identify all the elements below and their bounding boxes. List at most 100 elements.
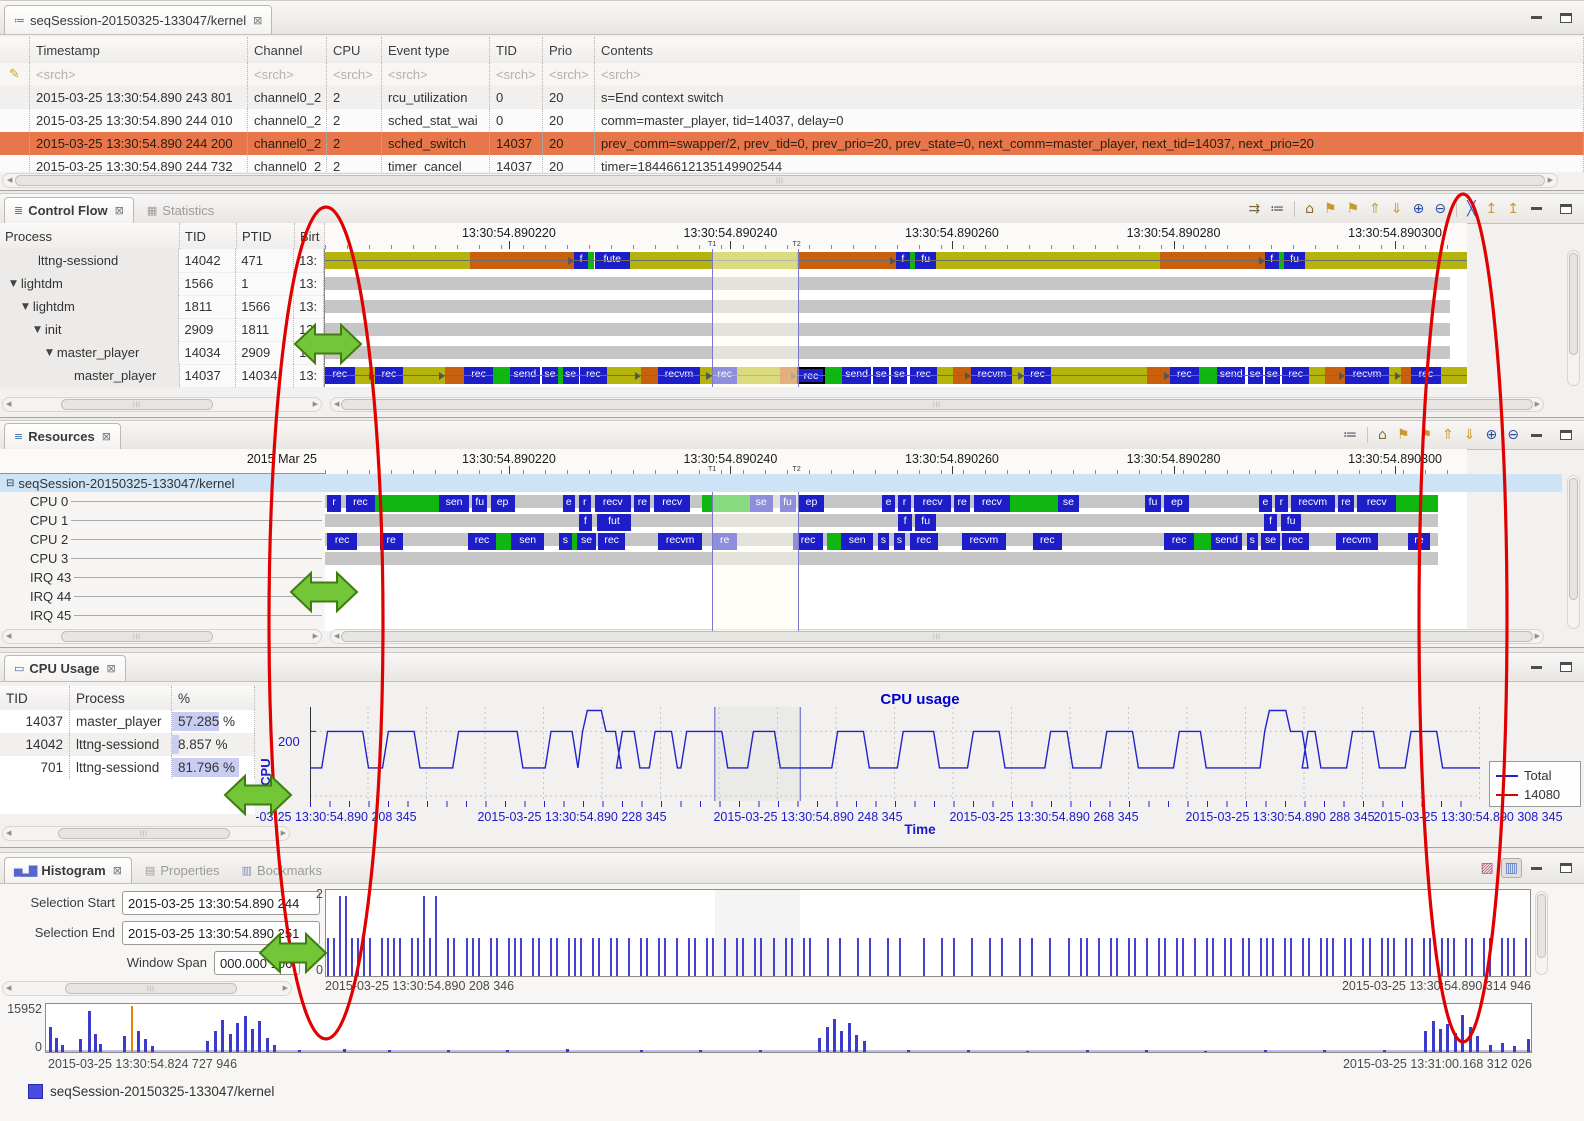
state-segment[interactable]: rec — [327, 533, 357, 550]
state-segment[interactable]: sen — [511, 533, 544, 550]
state-segment[interactable]: send — [1211, 533, 1242, 550]
maximize-button[interactable] — [1556, 860, 1576, 876]
up-icon[interactable]: ⇑ — [1439, 426, 1457, 444]
column-header[interactable]: Prio — [543, 37, 595, 63]
minimize-button[interactable] — [1526, 201, 1546, 217]
selection-range[interactable] — [712, 492, 799, 631]
state-segment[interactable]: rec — [346, 495, 376, 512]
state-segment[interactable]: rec — [1282, 533, 1309, 550]
tab-statistics[interactable]: ▦ Statistics — [138, 197, 223, 223]
events-hscrollbar[interactable]: ◀▶ ||| — [2, 173, 1558, 188]
state-segment[interactable]: r — [327, 495, 341, 512]
state-segment[interactable]: s — [878, 533, 889, 550]
state-segment[interactable] — [1396, 495, 1438, 512]
state-segment[interactable] — [1010, 495, 1058, 512]
state-segment[interactable]: fu — [1281, 514, 1302, 531]
down-icon[interactable]: ⇓ — [1461, 426, 1479, 444]
state-segment[interactable]: e — [563, 495, 576, 512]
state-segment[interactable]: re — [634, 495, 650, 512]
expand-arrow-icon[interactable]: ▼ — [34, 325, 41, 335]
state-segment[interactable]: se — [577, 533, 595, 550]
state-segment[interactable]: fu — [472, 495, 487, 512]
histogram-vscrollbar[interactable] — [1535, 891, 1548, 975]
selection-start-input[interactable]: 2015-03-25 13:30:54.890 244 — [122, 891, 320, 915]
up-icon[interactable]: ⇑ — [1366, 200, 1384, 218]
cpu-table-row[interactable]: 14037master_player57.285 % — [0, 710, 255, 733]
histogram-hscrollbar[interactable]: ◀▶ ||| — [2, 981, 292, 996]
follow-prev-icon[interactable]: ↥ — [1483, 200, 1501, 218]
resources-hscrollbar[interactable]: ◀▶ ||| — [330, 629, 1544, 644]
resources-timeline[interactable]: rrecsenfueperrecvrerecvsefueperrecvrerec… — [325, 492, 1467, 631]
column-header[interactable]: Contents — [595, 37, 1584, 63]
state-segment[interactable]: rec — [1164, 533, 1194, 550]
state-segment[interactable]: re — [954, 495, 970, 512]
control-flow-time-ruler[interactable]: 13:30:54.89022013:30:54.89024013:30:54.8… — [325, 223, 1467, 250]
zoom-out-icon[interactable]: ⊖ — [1504, 426, 1522, 444]
state-segment[interactable]: recvm — [962, 533, 1005, 550]
column-header[interactable]: TID — [0, 686, 70, 710]
next-marker-icon[interactable]: ⚑ — [1417, 426, 1436, 444]
timeline-row[interactable] — [325, 587, 1467, 606]
minimize-button[interactable] — [1526, 659, 1546, 675]
state-segment[interactable]: sen — [439, 495, 469, 512]
tree-column-header[interactable]: PTID — [237, 223, 295, 249]
scroll-thumb[interactable]: ||| — [65, 983, 237, 994]
selection-range[interactable] — [712, 249, 799, 387]
cpu-usage-chart[interactable] — [310, 707, 1480, 801]
state-segment[interactable]: recv — [914, 495, 951, 512]
selection-end-input[interactable]: 2015-03-25 13:30:54.890 251 — [122, 921, 320, 945]
resource-row-label[interactable]: CPU 3 — [0, 549, 325, 568]
state-segment[interactable]: recvm — [1291, 495, 1334, 512]
table-row[interactable]: 2015-03-25 13:30:54.890 244 732channel0_… — [0, 155, 1584, 172]
close-icon[interactable]: ⊠ — [253, 14, 262, 27]
home-icon[interactable]: ⌂ — [1302, 200, 1317, 218]
maximize-button[interactable] — [1556, 10, 1576, 26]
minimize-button[interactable] — [1526, 427, 1546, 443]
state-segment[interactable]: se — [1261, 533, 1279, 550]
resources-time-ruler[interactable]: 13:30:54.89022013:30:54.89024013:30:54.8… — [325, 449, 1467, 475]
scroll-thumb[interactable]: ||| — [61, 399, 213, 410]
tab-properties[interactable]: ▤ Properties — [136, 857, 229, 883]
hide-arrows-icon[interactable]: ╳ — [1464, 200, 1478, 218]
state-segment[interactable]: re — [380, 533, 403, 550]
column-header[interactable]: % — [172, 686, 255, 710]
state-segment[interactable] — [1194, 533, 1211, 550]
resource-row-label[interactable]: IRQ 43 — [0, 568, 325, 587]
filter-row[interactable]: ✎<srch><srch><srch><srch><srch><srch><sr… — [0, 63, 1584, 86]
window-histogram[interactable] — [325, 889, 1531, 977]
table-row[interactable]: 2015-03-25 13:30:54.890 244 010channel0_… — [0, 109, 1584, 132]
scroll-thumb[interactable] — [1569, 253, 1578, 355]
close-icon[interactable]: ⊠ — [113, 864, 122, 877]
state-segment[interactable]: f — [579, 514, 593, 531]
trace-root-row[interactable]: ⊟ seqSession-20150325-133047/kernel — [0, 474, 1562, 492]
column-header[interactable]: Channel — [248, 37, 327, 63]
state-segment[interactable]: rec — [1033, 533, 1062, 550]
state-segment[interactable]: recv — [654, 495, 691, 512]
filter-cell[interactable]: <srch> — [30, 63, 248, 86]
state-segment[interactable]: recvm — [1336, 533, 1378, 550]
state-segment[interactable]: fu — [1145, 495, 1161, 512]
follow-next-icon[interactable]: ↥ — [1504, 200, 1522, 218]
expand-arrow-icon[interactable]: ▼ — [22, 302, 29, 312]
tree-hscrollbar[interactable]: ◀▶ ||| — [2, 397, 322, 412]
expand-arrow-icon[interactable]: ▼ — [10, 279, 17, 289]
filter-cell[interactable]: <srch> — [543, 63, 595, 86]
state-segment[interactable]: e — [1259, 495, 1272, 512]
maximize-button[interactable] — [1556, 427, 1576, 443]
state-segment[interactable]: s — [1247, 533, 1258, 550]
close-icon[interactable]: ⊠ — [115, 204, 124, 217]
down-icon[interactable]: ⇓ — [1388, 200, 1406, 218]
process-tree-header[interactable]: ProcessTIDPTIDBirt — [0, 223, 325, 250]
state-segment[interactable] — [375, 495, 439, 512]
timeline-row[interactable] — [325, 318, 1467, 341]
cpu-table-row[interactable]: 14042lttng-sessiond8.857 % — [0, 733, 255, 756]
timeline-row[interactable]: recrecrecsendseserecrecvmrecrecsendseser… — [325, 364, 1467, 387]
show-filters-icon[interactable]: ≔ — [1340, 426, 1360, 444]
filter-cell[interactable]: <srch> — [490, 63, 543, 86]
state-segment[interactable]: s — [894, 533, 905, 550]
resource-row-label[interactable]: CPU 2 — [0, 530, 325, 549]
prev-marker-icon[interactable]: ⚑ — [1321, 200, 1340, 218]
timeline-hscrollbar[interactable]: ◀▶ ||| — [330, 397, 1544, 412]
state-segment[interactable]: ep — [1164, 495, 1189, 512]
column-header[interactable]: CPU — [327, 37, 382, 63]
